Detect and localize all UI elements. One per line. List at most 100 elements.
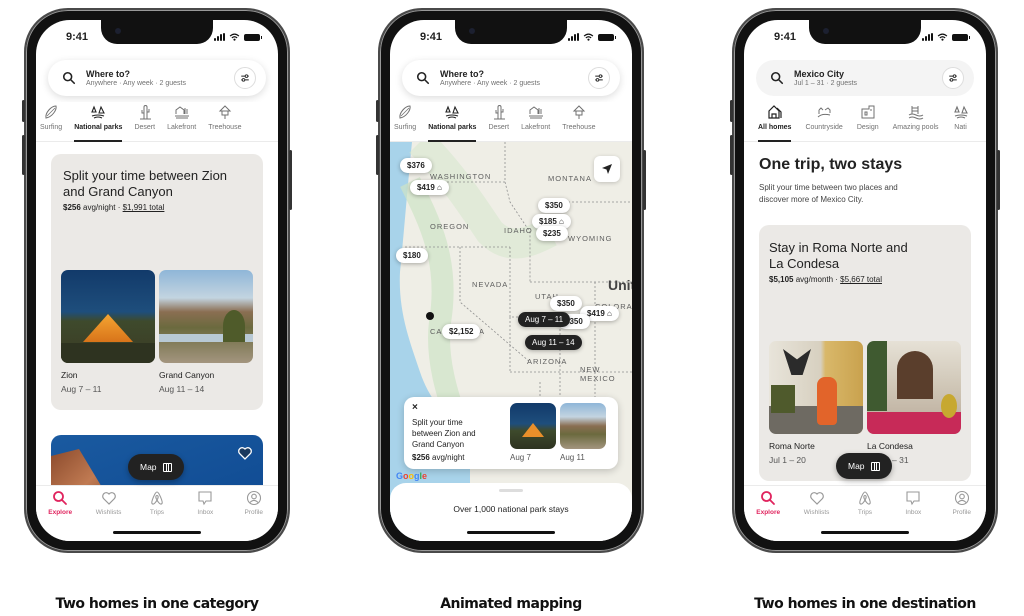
price-pin[interactable]: $376 xyxy=(400,158,432,173)
stay-name: Zion xyxy=(61,370,78,380)
map-button[interactable]: Map xyxy=(128,454,184,480)
home-indicator xyxy=(113,531,201,534)
category-national-parks[interactable]: National parks xyxy=(74,102,123,142)
total-link[interactable]: $1,991 total xyxy=(123,203,165,212)
category-national-parks[interactable]: National parks xyxy=(428,102,477,142)
category-design[interactable]: Design xyxy=(857,102,879,142)
screen: 9:41 Where to? Anywhere · Any week · 2 g… xyxy=(36,20,278,541)
lakefront-icon xyxy=(528,104,544,120)
date-pin[interactable]: Aug 7 – 11 xyxy=(518,312,571,327)
search-title: Where to? xyxy=(86,69,130,79)
card-price: $5,105 avg/month · $5,667 total xyxy=(769,275,882,284)
screen: 9:41 Mexico City Jul 1 – 31 · 2 guests A… xyxy=(744,20,986,541)
category-treehouse[interactable]: Treehouse xyxy=(562,102,595,142)
category-lakefront[interactable]: Lakefront xyxy=(167,102,196,142)
category-treehouse[interactable]: Treehouse xyxy=(208,102,241,142)
tab-profile[interactable]: Profile xyxy=(234,490,274,541)
stay-name: Roma Norte xyxy=(769,441,815,451)
price-pin[interactable]: $419 ⌂ xyxy=(410,180,449,195)
stay-dates: Aug 11 xyxy=(560,453,585,462)
search-title: Where to? xyxy=(440,69,484,79)
profile-icon xyxy=(246,490,262,506)
phone-category: 9:41 Where to? Anywhere · Any week · 2 g… xyxy=(22,8,292,553)
notch xyxy=(455,20,567,44)
tab-profile[interactable]: Profile xyxy=(942,490,982,541)
close-icon[interactable]: × xyxy=(412,402,418,413)
tab-explore[interactable]: Explore xyxy=(40,490,80,541)
filter-icon xyxy=(947,72,959,84)
screen: 9:41 Where to? Anywhere · Any week · 2 g… xyxy=(390,20,632,541)
battery-icon xyxy=(598,33,616,41)
search-icon xyxy=(760,490,776,506)
roma-norte-photo[interactable] xyxy=(769,341,863,434)
status-time: 9:41 xyxy=(774,31,797,43)
search-icon xyxy=(766,71,788,85)
home-indicator xyxy=(467,531,555,534)
caption: Two homes in one destination xyxy=(754,596,976,612)
price-pin[interactable]: $235 xyxy=(536,226,568,241)
caption: Two homes in one category xyxy=(55,596,259,612)
stay-dates: Jul 1 – 20 xyxy=(769,455,806,465)
category-surfing[interactable]: Surfing xyxy=(40,102,62,142)
card-title: Stay in Roma Norte and La Condesa xyxy=(769,240,908,271)
filter-button[interactable] xyxy=(234,67,256,89)
status-time: 9:41 xyxy=(420,31,443,43)
map-icon xyxy=(162,462,172,472)
stay-name: Grand Canyon xyxy=(159,370,215,380)
heart-icon xyxy=(101,490,117,506)
card-price: $256 avg/night xyxy=(412,453,465,462)
zion-photo[interactable] xyxy=(510,403,556,449)
search-icon xyxy=(412,71,434,85)
phone-destination: 9:41 Mexico City Jul 1 – 31 · 2 guests A… xyxy=(730,8,1000,553)
notch xyxy=(101,20,213,44)
tab-explore[interactable]: Explore xyxy=(748,490,788,541)
battery-icon xyxy=(952,33,970,41)
message-icon xyxy=(905,490,921,506)
locate-button[interactable] xyxy=(594,156,620,182)
price-pin[interactable]: $180 xyxy=(396,248,428,263)
category-desert[interactable]: Desert xyxy=(134,102,155,142)
date-pin[interactable]: Aug 11 – 14 xyxy=(525,335,582,350)
price-pin[interactable]: $350 xyxy=(538,198,570,213)
map-background xyxy=(390,142,632,541)
national-park-icon xyxy=(953,104,969,120)
search-bar[interactable]: Where to? Anywhere · Any week · 2 guests xyxy=(48,60,266,96)
split-stay-card[interactable]: Stay in Roma Norte and La Condesa $5,105… xyxy=(759,225,971,481)
map-listing-card[interactable]: × Split your time between Zion and Grand… xyxy=(404,397,618,469)
card-title: Split your time between Zion and Grand C… xyxy=(63,168,228,199)
la-condesa-photo[interactable] xyxy=(867,341,961,434)
category-amazing-pools[interactable]: Amazing pools xyxy=(893,102,939,142)
section-subheading: Split your time between two places and d… xyxy=(759,183,898,204)
price-pin[interactable]: $2,152 xyxy=(442,324,481,339)
search-icon xyxy=(58,71,80,85)
house-icon xyxy=(767,104,783,120)
card-title: Split your time between Zion and Grand C… xyxy=(412,418,476,449)
total-link[interactable]: $5,667 total xyxy=(840,275,882,284)
search-subtitle: Anywhere · Any week · 2 guests xyxy=(440,80,540,87)
section-heading: One trip, two stays xyxy=(759,156,903,173)
search-bar[interactable]: Where to? Anywhere · Any week · 2 guests xyxy=(402,60,620,96)
category-desert[interactable]: Desert xyxy=(488,102,509,142)
wifi-icon xyxy=(583,33,594,41)
map-label: OREGON xyxy=(430,222,470,231)
category-bar: Surfing National parks Desert Lakefront … xyxy=(390,102,632,142)
grand-canyon-photo[interactable] xyxy=(560,403,606,449)
sheet-grabber[interactable] xyxy=(499,489,523,492)
search-title: Mexico City xyxy=(794,69,845,79)
search-bar[interactable]: Mexico City Jul 1 – 31 · 2 guests xyxy=(756,60,974,96)
category-countryside[interactable]: Countryside xyxy=(805,102,843,142)
category-national-parks[interactable]: Nati xyxy=(953,102,969,142)
price-pin[interactable]: $350 xyxy=(550,296,582,311)
filter-button[interactable] xyxy=(588,67,610,89)
grand-canyon-photo[interactable] xyxy=(159,270,253,363)
filter-button[interactable] xyxy=(942,67,964,89)
zion-photo[interactable] xyxy=(61,270,155,363)
category-all-homes[interactable]: All homes xyxy=(758,102,792,142)
map-button[interactable]: Map xyxy=(836,453,892,479)
stay-dates: Aug 11 – 14 xyxy=(159,384,205,394)
heart-icon[interactable] xyxy=(237,445,253,461)
split-stay-card[interactable]: Split your time between Zion and Grand C… xyxy=(51,154,263,410)
category-lakefront[interactable]: Lakefront xyxy=(521,102,550,142)
category-surfing[interactable]: Surfing xyxy=(394,102,416,142)
map-view[interactable]: WASHINGTON MONTANA OREGON IDAHO WYOMING … xyxy=(390,142,632,541)
